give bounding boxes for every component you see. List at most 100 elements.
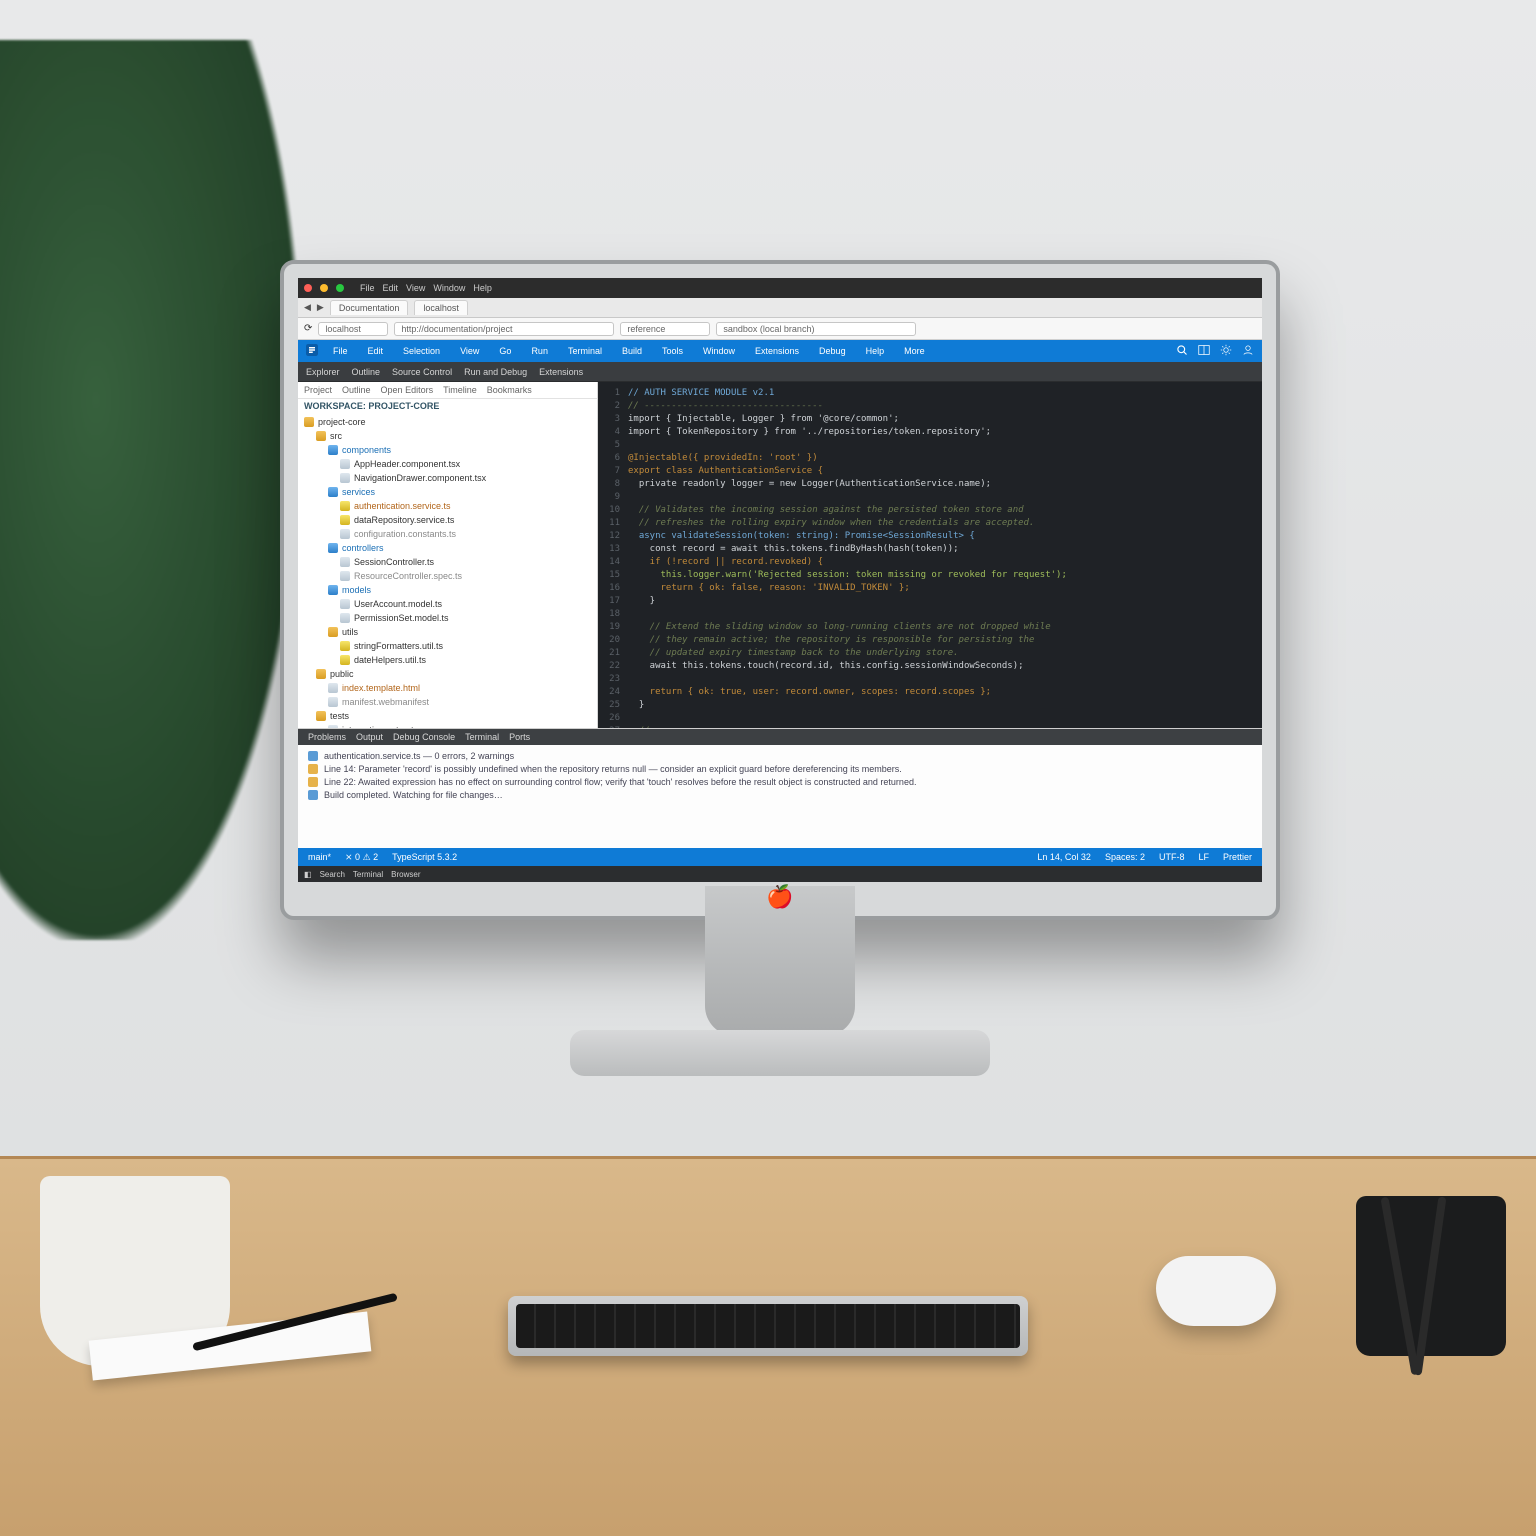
explorer-tab[interactable]: Outline xyxy=(342,385,371,395)
status-item[interactable]: main* xyxy=(308,852,331,863)
editor-line[interactable]: 21 // updated expiry timestamp back to t… xyxy=(598,646,1262,659)
subtoolbar-item[interactable]: Source Control xyxy=(392,367,452,377)
tree-node[interactable]: controllers xyxy=(298,541,597,555)
browser-tab[interactable]: Documentation xyxy=(330,300,409,315)
browser-tab[interactable]: localhost xyxy=(414,300,468,315)
tree-node[interactable]: UserAccount.model.ts xyxy=(298,597,597,611)
editor-line[interactable]: 20 // they remain active; the repository… xyxy=(598,633,1262,646)
tree-node[interactable]: manifest.webmanifest xyxy=(298,695,597,709)
editor-line[interactable]: 9 xyxy=(598,490,1262,503)
problems-output[interactable]: authentication.service.ts — 0 errors, 2 … xyxy=(298,745,1262,848)
bottom-tab[interactable]: Ports xyxy=(509,732,530,742)
tree-node[interactable]: authentication.service.ts xyxy=(298,499,597,513)
reload-icon[interactable]: ⟳ xyxy=(304,323,312,334)
tree-node[interactable]: PermissionSet.model.ts xyxy=(298,611,597,625)
problem-row[interactable]: Line 14: Parameter 'record' is possibly … xyxy=(308,762,1252,775)
settings-icon[interactable] xyxy=(1220,344,1232,358)
editor-line[interactable]: 4import { TokenRepository } from '../rep… xyxy=(598,425,1262,438)
explorer-tab[interactable]: Open Editors xyxy=(381,385,434,395)
problem-row[interactable]: Build completed. Watching for file chang… xyxy=(308,788,1252,801)
address-field[interactable]: reference xyxy=(620,322,710,336)
menu-item[interactable]: Debug xyxy=(814,344,851,358)
editor-line[interactable]: 5 xyxy=(598,438,1262,451)
editor-line[interactable]: 11 // refreshes the rolling expiry windo… xyxy=(598,516,1262,529)
editor-line[interactable]: 18 xyxy=(598,607,1262,620)
os-menu-item[interactable]: Edit xyxy=(383,283,399,293)
tree-node[interactable]: services xyxy=(298,485,597,499)
menu-item[interactable]: More xyxy=(899,344,930,358)
os-menu-item[interactable]: File xyxy=(360,283,375,293)
subtoolbar-item[interactable]: Run and Debug xyxy=(464,367,527,377)
window-minimize-icon[interactable] xyxy=(320,284,328,292)
editor-line[interactable]: 13 const record = await this.tokens.find… xyxy=(598,542,1262,555)
bottom-tab[interactable]: Terminal xyxy=(465,732,499,742)
editor-line[interactable]: 7export class AuthenticationService { xyxy=(598,464,1262,477)
editor-line[interactable]: 15 this.logger.warn('Rejected session: t… xyxy=(598,568,1262,581)
menu-item[interactable]: Edit xyxy=(363,344,389,358)
bottom-tab[interactable]: Problems xyxy=(308,732,346,742)
tab-nav-back-icon[interactable]: ◀ xyxy=(304,302,311,313)
editor-line[interactable]: 24 return { ok: true, user: record.owner… xyxy=(598,685,1262,698)
explorer-tree[interactable]: project-coresrccomponentsAppHeader.compo… xyxy=(298,413,597,728)
search-icon[interactable] xyxy=(1176,344,1188,358)
tree-node[interactable]: components xyxy=(298,443,597,457)
tree-node[interactable]: dateHelpers.util.ts xyxy=(298,653,597,667)
window-zoom-icon[interactable] xyxy=(336,284,344,292)
window-close-icon[interactable] xyxy=(304,284,312,292)
menu-item[interactable]: Window xyxy=(698,344,740,358)
editor-line[interactable]: 6@Injectable({ providedIn: 'root' }) xyxy=(598,451,1262,464)
explorer-tab[interactable]: Bookmarks xyxy=(487,385,532,395)
taskbar-item[interactable]: Search xyxy=(320,870,345,879)
code-editor[interactable]: 1// AUTH SERVICE MODULE v2.12// --------… xyxy=(598,382,1262,728)
editor-line[interactable]: 26 xyxy=(598,711,1262,724)
editor-line[interactable]: 17 } xyxy=(598,594,1262,607)
editor-line[interactable]: 2// --------------------------------- xyxy=(598,399,1262,412)
bottom-tab[interactable]: Debug Console xyxy=(393,732,455,742)
tab-nav-fwd-icon[interactable]: ▶ xyxy=(317,302,324,313)
taskbar-item[interactable]: ◧ xyxy=(304,870,312,879)
menu-item[interactable]: File xyxy=(328,344,353,358)
status-item[interactable]: Ln 14, Col 32 xyxy=(1037,852,1091,862)
editor-line[interactable]: 25 } xyxy=(598,698,1262,711)
menu-item[interactable]: Tools xyxy=(657,344,688,358)
menu-item[interactable]: View xyxy=(455,344,484,358)
editor-line[interactable]: 22 await this.tokens.touch(record.id, th… xyxy=(598,659,1262,672)
os-menu-item[interactable]: Window xyxy=(433,283,465,293)
menu-item[interactable]: Selection xyxy=(398,344,445,358)
explorer-tab[interactable]: Project xyxy=(304,385,332,395)
account-icon[interactable] xyxy=(1242,344,1254,358)
menu-item[interactable]: Go xyxy=(494,344,516,358)
taskbar-item[interactable]: Browser xyxy=(391,870,420,879)
problem-row[interactable]: Line 22: Awaited expression has no effec… xyxy=(308,775,1252,788)
status-item[interactable]: TypeScript 5.3.2 xyxy=(392,852,457,863)
address-field[interactable]: localhost xyxy=(318,322,388,336)
tree-node[interactable]: NavigationDrawer.component.tsx xyxy=(298,471,597,485)
tree-node[interactable]: tests xyxy=(298,709,597,723)
tree-node[interactable]: project-core xyxy=(298,415,597,429)
address-field[interactable]: http://documentation/project xyxy=(394,322,614,336)
editor-line[interactable]: 19 // Extend the sliding window so long-… xyxy=(598,620,1262,633)
status-item[interactable]: Prettier xyxy=(1223,852,1252,862)
os-menu-item[interactable]: Help xyxy=(473,283,492,293)
tree-node[interactable]: models xyxy=(298,583,597,597)
status-item[interactable]: LF xyxy=(1198,852,1209,862)
tree-node[interactable]: stringFormatters.util.ts xyxy=(298,639,597,653)
explorer-tab[interactable]: Timeline xyxy=(443,385,477,395)
status-item[interactable]: Spaces: 2 xyxy=(1105,852,1145,862)
menu-item[interactable]: Help xyxy=(861,344,890,358)
problem-row[interactable]: authentication.service.ts — 0 errors, 2 … xyxy=(308,749,1252,762)
status-item[interactable]: ⨯ 0 ⚠ 2 xyxy=(345,852,378,863)
tree-node[interactable]: SessionController.ts xyxy=(298,555,597,569)
tree-node[interactable]: configuration.constants.ts xyxy=(298,527,597,541)
split-editor-icon[interactable] xyxy=(1198,344,1210,358)
taskbar-item[interactable]: Terminal xyxy=(353,870,383,879)
menu-item[interactable]: Extensions xyxy=(750,344,804,358)
os-menu-item[interactable]: View xyxy=(406,283,425,293)
bottom-tab[interactable]: Output xyxy=(356,732,383,742)
menu-item[interactable]: Run xyxy=(526,344,553,358)
menu-item[interactable]: Build xyxy=(617,344,647,358)
tree-node[interactable]: index.template.html xyxy=(298,681,597,695)
editor-line[interactable]: 16 return { ok: false, reason: 'INVALID_… xyxy=(598,581,1262,594)
editor-line[interactable]: 3import { Injectable, Logger } from '@co… xyxy=(598,412,1262,425)
tree-node[interactable]: AppHeader.component.tsx xyxy=(298,457,597,471)
